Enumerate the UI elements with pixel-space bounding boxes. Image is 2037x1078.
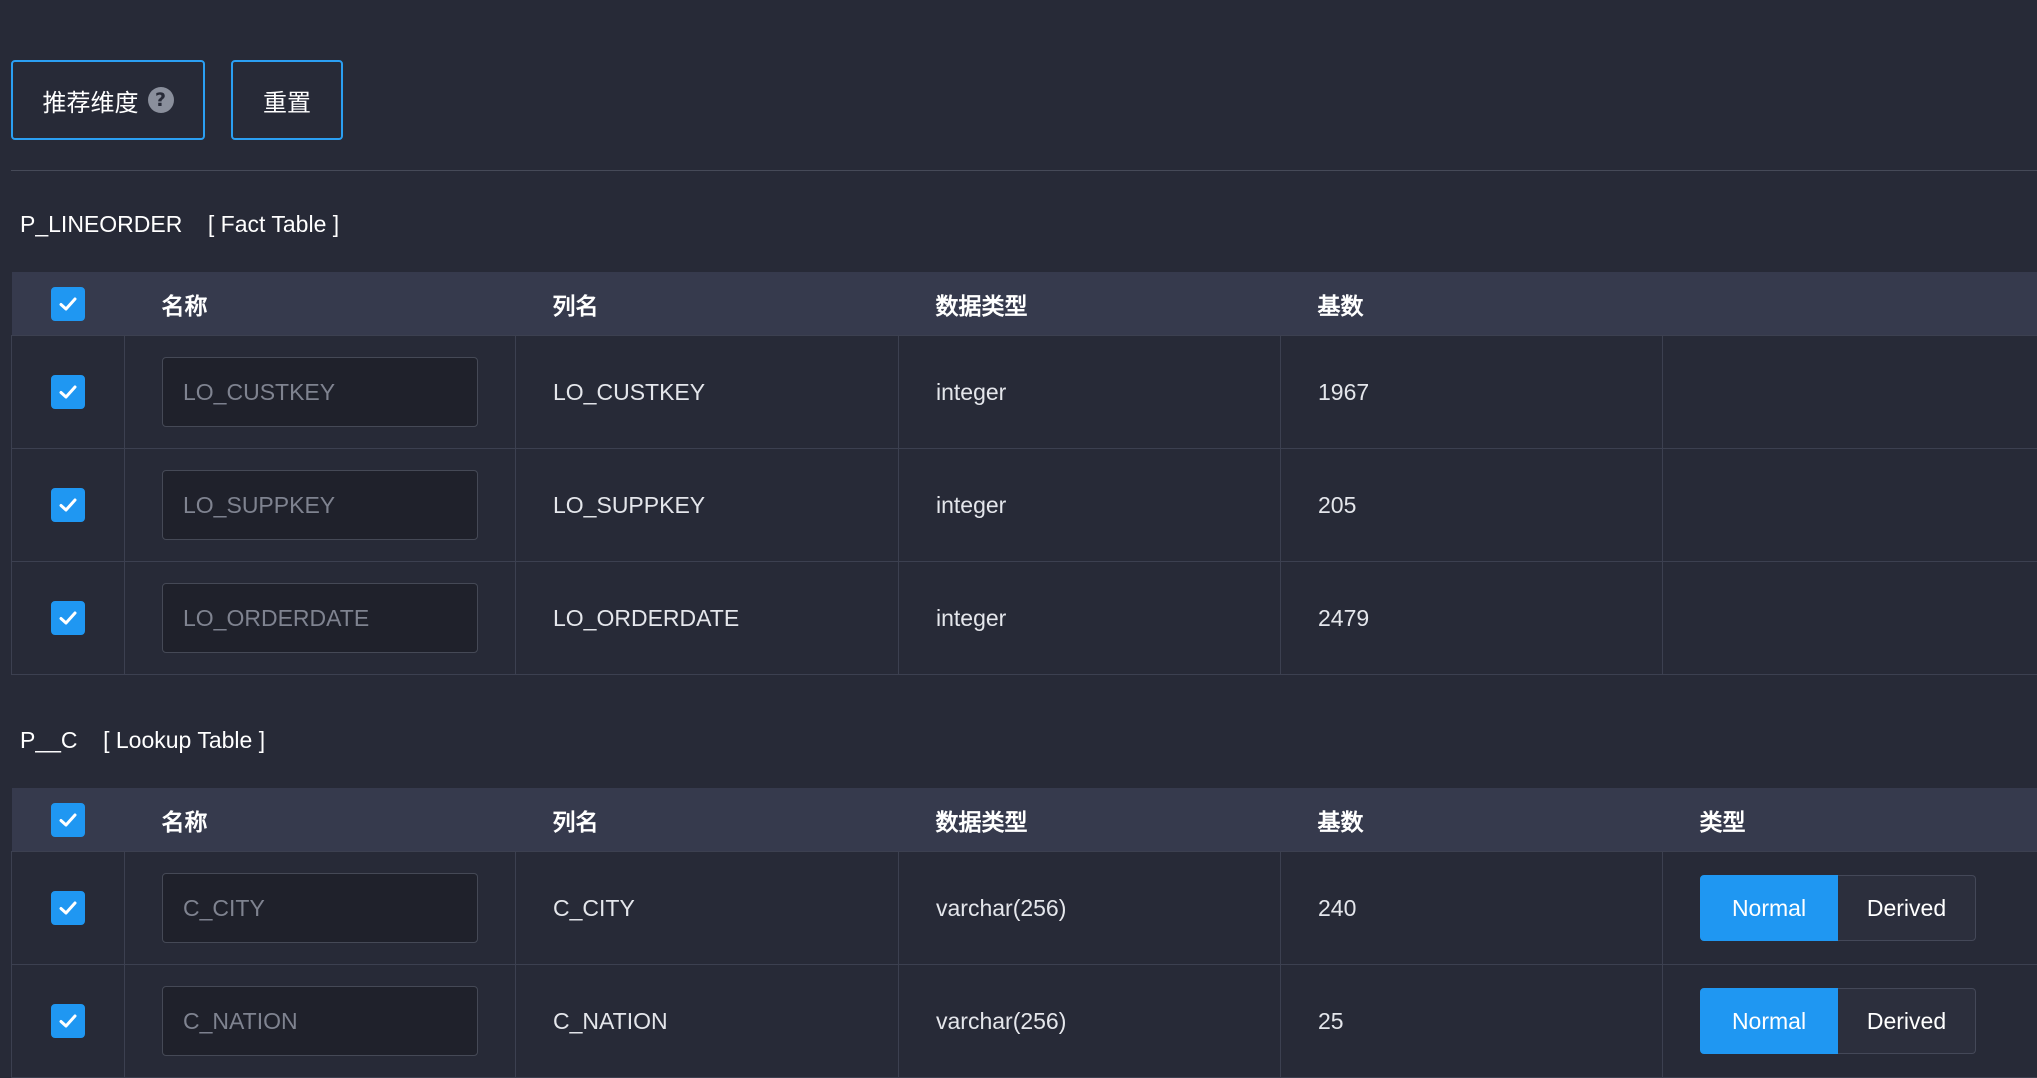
data-type-cell: varchar(256)	[899, 965, 1281, 1078]
header-name: 名称	[125, 788, 516, 852]
header-column: 列名	[516, 788, 899, 852]
header-cardinality: 基数	[1281, 272, 1663, 336]
type-cell: Normal Derived	[1663, 852, 2037, 965]
data-type-cell: integer	[899, 562, 1281, 675]
dimension-name-input[interactable]: C_CITY	[162, 873, 478, 943]
table-row: C_CITY C_CITY varchar(256) 240 Normal De…	[12, 852, 2037, 965]
select-all-cell	[12, 788, 125, 852]
fact-table-grid: 名称 列名 数据类型 基数 LO_CUSTKEY LO_CUSTKEY inte…	[11, 272, 2037, 675]
header-type: 类型	[1663, 788, 2037, 852]
header-column: 列名	[516, 272, 899, 336]
dimension-name-input[interactable]: LO_CUSTKEY	[162, 357, 478, 427]
recommend-dimensions-button[interactable]: 推荐维度 ?	[11, 60, 205, 140]
header-name: 名称	[125, 272, 516, 336]
dimension-name-input[interactable]: C_NATION	[162, 986, 478, 1056]
table-header-row: 名称 列名 数据类型 基数	[12, 272, 2037, 336]
lookup-table-name: P__C	[20, 727, 78, 753]
column-cell: LO_CUSTKEY	[516, 336, 899, 449]
table-row: LO_SUPPKEY LO_SUPPKEY integer 205	[12, 449, 2037, 562]
row-checkbox[interactable]	[51, 375, 85, 409]
recommend-dimensions-label: 推荐维度	[43, 83, 139, 118]
reset-button[interactable]: 重置	[231, 60, 343, 140]
select-all-cell	[12, 272, 125, 336]
column-cell: C_NATION	[516, 965, 899, 1078]
type-cell	[1663, 336, 2037, 449]
lookup-table-kind: [ Lookup Table ]	[103, 727, 265, 753]
column-cell: LO_ORDERDATE	[516, 562, 899, 675]
name-cell: C_CITY	[125, 852, 516, 965]
row-checkbox[interactable]	[51, 891, 85, 925]
fact-table-kind: [ Fact Table ]	[208, 211, 339, 237]
select-all-checkbox[interactable]	[51, 287, 85, 321]
table-row: C_NATION C_NATION varchar(256) 25 Normal…	[12, 965, 2037, 1078]
table-header-row: 名称 列名 数据类型 基数 类型	[12, 788, 2037, 852]
lookup-table-title: P__C [ Lookup Table ]	[20, 727, 265, 754]
data-type-cell: integer	[899, 449, 1281, 562]
select-all-checkbox[interactable]	[51, 803, 85, 837]
normal-type-button[interactable]: Normal	[1700, 988, 1838, 1054]
column-cell: LO_SUPPKEY	[516, 449, 899, 562]
header-cardinality: 基数	[1281, 788, 1663, 852]
name-cell: LO_ORDERDATE	[125, 562, 516, 675]
row-check-cell	[12, 852, 125, 965]
divider	[11, 170, 2037, 171]
name-cell: LO_CUSTKEY	[125, 336, 516, 449]
table-row: LO_ORDERDATE LO_ORDERDATE integer 2479	[12, 562, 2037, 675]
fact-table-name: P_LINEORDER	[20, 211, 182, 237]
dimension-name-input[interactable]: LO_SUPPKEY	[162, 470, 478, 540]
data-type-cell: integer	[899, 336, 1281, 449]
type-cell	[1663, 562, 2037, 675]
derived-type-button[interactable]: Derived	[1838, 875, 1976, 941]
row-check-cell	[12, 336, 125, 449]
column-cell: C_CITY	[516, 852, 899, 965]
row-checkbox[interactable]	[51, 601, 85, 635]
fact-table-title: P_LINEORDER [ Fact Table ]	[20, 211, 339, 238]
cardinality-cell: 2479	[1281, 562, 1663, 675]
data-type-cell: varchar(256)	[899, 852, 1281, 965]
dimension-name-input[interactable]: LO_ORDERDATE	[162, 583, 478, 653]
header-data-type: 数据类型	[899, 788, 1281, 852]
header-empty	[1663, 272, 2037, 336]
dimension-type-toggle: Normal Derived	[1700, 875, 2037, 941]
toolbar: 推荐维度 ? 重置	[11, 60, 343, 140]
lookup-table-grid: 名称 列名 数据类型 基数 类型 C_CITY C_CITY varchar(2…	[11, 788, 2037, 1078]
cardinality-cell: 1967	[1281, 336, 1663, 449]
cardinality-cell: 25	[1281, 965, 1663, 1078]
row-checkbox[interactable]	[51, 1004, 85, 1038]
cardinality-cell: 205	[1281, 449, 1663, 562]
row-check-cell	[12, 562, 125, 675]
dimension-type-toggle: Normal Derived	[1700, 988, 2037, 1054]
cardinality-cell: 240	[1281, 852, 1663, 965]
row-check-cell	[12, 449, 125, 562]
type-cell: Normal Derived	[1663, 965, 2037, 1078]
name-cell: LO_SUPPKEY	[125, 449, 516, 562]
normal-type-button[interactable]: Normal	[1700, 875, 1838, 941]
derived-type-button[interactable]: Derived	[1838, 988, 1976, 1054]
header-data-type: 数据类型	[899, 272, 1281, 336]
question-icon[interactable]: ?	[148, 87, 174, 113]
row-check-cell	[12, 965, 125, 1078]
type-cell	[1663, 449, 2037, 562]
row-checkbox[interactable]	[51, 488, 85, 522]
name-cell: C_NATION	[125, 965, 516, 1078]
table-row: LO_CUSTKEY LO_CUSTKEY integer 1967	[12, 336, 2037, 449]
